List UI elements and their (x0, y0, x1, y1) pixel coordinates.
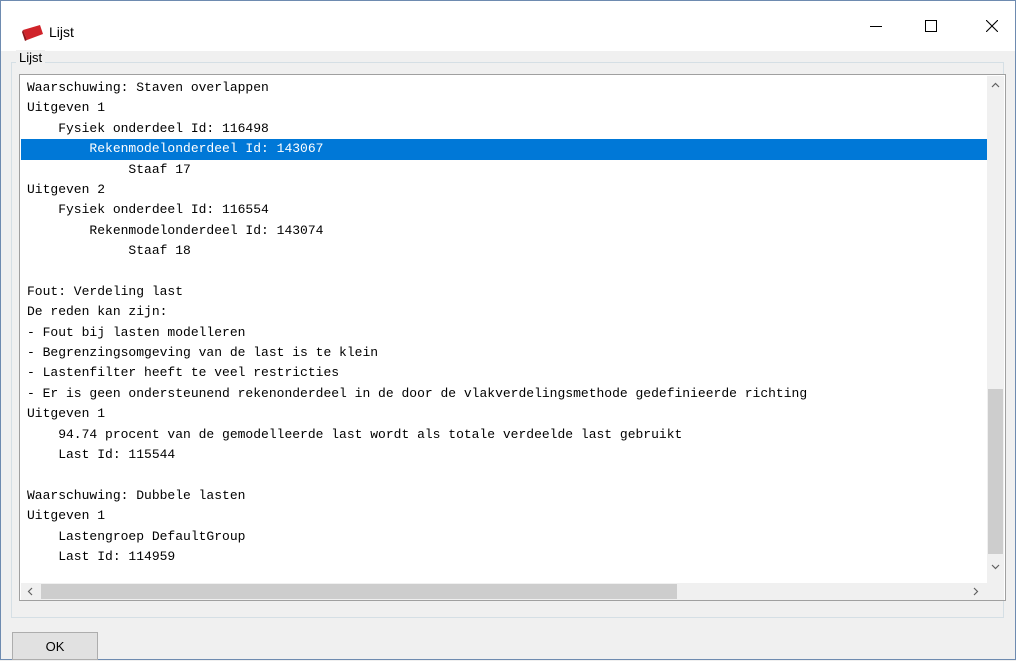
list-lines: Waarschuwing: Staven overlappen Uitgeven … (21, 78, 988, 567)
vertical-scroll-thumb[interactable] (988, 389, 1003, 554)
maximize-button[interactable] (908, 1, 954, 51)
title-bar[interactable]: Lijst (1, 1, 1015, 51)
chevron-right-icon (973, 587, 978, 596)
maximize-icon (925, 20, 937, 32)
list-item[interactable]: Staaf 17 (21, 160, 988, 180)
list-item[interactable]: Fysiek onderdeel Id: 116498 (21, 119, 988, 139)
list-item[interactable]: Last Id: 114959 (21, 547, 988, 567)
list-item[interactable]: Uitgeven 1 (21, 506, 988, 526)
list-item[interactable]: Fysiek onderdeel Id: 116554 (21, 200, 988, 220)
close-icon (986, 20, 998, 32)
list-item[interactable]: - Lastenfilter heeft te veel restricties (21, 363, 988, 383)
list-item[interactable]: Uitgeven 1 (21, 98, 988, 118)
list-item[interactable]: Fout: Verdeling last (21, 282, 988, 302)
ok-button[interactable]: OK (12, 632, 98, 660)
minimize-icon (870, 26, 882, 27)
list-item[interactable]: Waarschuwing: Dubbele lasten (21, 486, 988, 506)
groupbox-label: Lijst (16, 50, 46, 65)
horizontal-scroll-thumb[interactable] (41, 584, 677, 599)
scrollbar-corner (987, 583, 1004, 600)
horizontal-scrollbar[interactable] (21, 583, 987, 600)
minimize-button[interactable] (853, 1, 899, 51)
list-item[interactable]: Uitgeven 2 (21, 180, 988, 200)
chevron-left-icon (27, 587, 32, 596)
close-button[interactable] (969, 1, 1015, 51)
scroll-up-button[interactable] (987, 76, 1004, 93)
list-item[interactable] (21, 262, 988, 282)
scroll-left-button[interactable] (21, 583, 38, 600)
window-title: Lijst (49, 24, 74, 40)
list-item[interactable]: Uitgeven 1 (21, 404, 988, 424)
list-item[interactable]: Lastengroep DefaultGroup (21, 527, 988, 547)
list-item[interactable]: De reden kan zijn: (21, 302, 988, 322)
list-item[interactable]: - Begrenzingsomgeving van de last is te … (21, 343, 988, 363)
list-item[interactable]: Last Id: 115544 (21, 445, 988, 465)
list-item[interactable]: Rekenmodelonderdeel Id: 143074 (21, 221, 988, 241)
list-item[interactable]: - Fout bij lasten modelleren (21, 323, 988, 343)
list-item[interactable]: Waarschuwing: Staven overlappen (21, 78, 988, 98)
red-flag-icon (22, 25, 43, 41)
list-item[interactable]: Staaf 18 (21, 241, 988, 261)
chevron-up-icon (991, 82, 1000, 87)
scroll-right-button[interactable] (967, 583, 984, 600)
scroll-down-button[interactable] (987, 558, 1004, 575)
list-item[interactable]: 94.74 procent van de gemodelleerde last … (21, 425, 988, 445)
list-item[interactable]: Rekenmodelonderdeel Id: 143067 (21, 139, 988, 160)
vertical-scrollbar[interactable] (987, 76, 1004, 583)
chevron-down-icon (991, 564, 1000, 569)
message-listbox[interactable]: Waarschuwing: Staven overlappen Uitgeven … (19, 74, 1006, 601)
list-item[interactable] (21, 465, 988, 485)
list-item[interactable]: - Er is geen ondersteunend rekenonderdee… (21, 384, 988, 404)
